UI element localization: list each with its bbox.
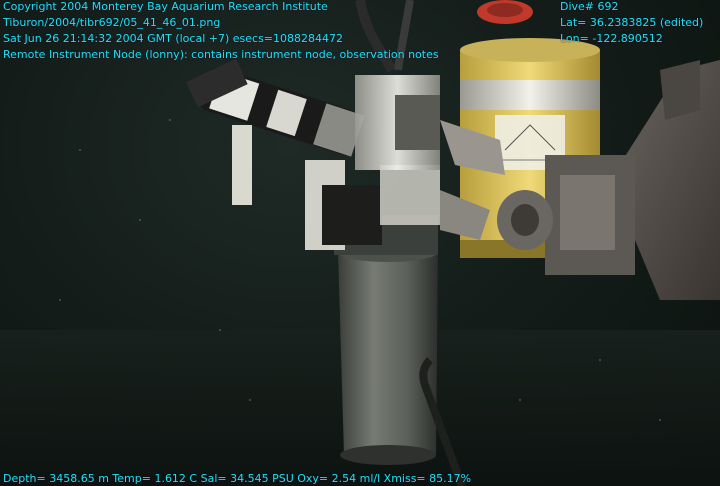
overlay-dive-number: Dive# 692: [560, 0, 619, 13]
overlay-description: Remote Instrument Node (lonny): contains…: [3, 48, 439, 61]
overlay-copyright: Copyright 2004 Monterey Bay Aquarium Res…: [3, 0, 328, 13]
overlay-timestamp: Sat Jun 26 21:14:32 2004 GMT (local +7) …: [3, 32, 344, 45]
overlay-filename: Tiburon/2004/tibr692/05_41_46_01.png: [3, 16, 221, 29]
video-frame: Copyright 2004 Monterey Bay Aquarium Res…: [0, 0, 720, 486]
overlay-sensor-readout: Depth= 3458.65 m Temp= 1.612 C Sal= 34.5…: [3, 472, 472, 485]
overlay-latitude: Lat= 36.2383825 (edited): [560, 16, 704, 29]
support-pole: [338, 250, 438, 463]
mount-bracket: [232, 125, 252, 205]
scene-image: [0, 0, 720, 486]
overlay-longitude: Lon= -122.890512: [560, 32, 663, 45]
